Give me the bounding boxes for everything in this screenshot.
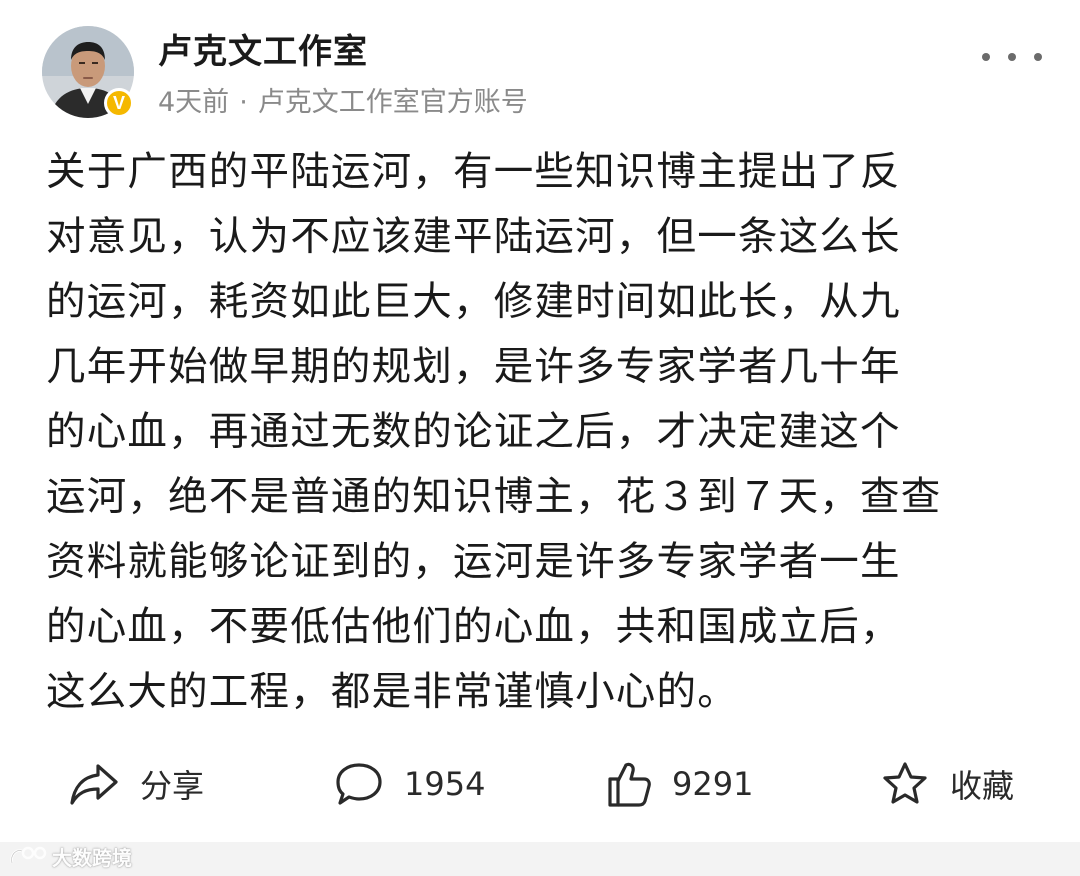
more-dot	[1034, 53, 1042, 61]
post-content-line: 对意见，认为不应该建平陆运河，但一条这么长	[46, 214, 901, 260]
share-arrow-icon	[70, 764, 118, 805]
post-content-line: 资料就能够论证到的，运河是许多专家学者一生	[46, 539, 901, 585]
share-button[interactable]: 分享	[68, 748, 204, 820]
post-meta: 4天前 · 卢克文工作室官方账号	[158, 80, 528, 119]
footer-divider	[0, 842, 1080, 876]
post-content: 关于广西的平陆运河，有一些知识博主提出了反 对意见，认为不应该建平陆运河，但一条…	[46, 140, 1046, 725]
comment-count: 1954	[404, 765, 486, 803]
thumbs-up-icon	[608, 762, 651, 807]
verified-v-icon: V	[104, 88, 134, 118]
like-button[interactable]: 9291	[606, 748, 753, 820]
favorite-label: 收藏	[950, 767, 1015, 805]
post-content-line: 几年开始做早期的规划，是许多专家学者几十年	[46, 344, 901, 390]
share-label: 分享	[140, 767, 205, 805]
action-bar: 分享 1954 9291 收藏	[0, 748, 1080, 820]
post-content-line: 关于广西的平陆运河，有一些知识博主提出了反	[46, 149, 901, 195]
more-dot	[1008, 53, 1016, 61]
like-count: 9291	[672, 765, 754, 803]
watermark: 大数跨境	[8, 841, 132, 871]
post-page: V 卢克文工作室 4天前 · 卢克文工作室官方账号 关于广西的平陆运河，有一些知识博…	[0, 0, 1080, 876]
comment-bubble-icon	[336, 763, 382, 805]
watermark-text: 大数跨境	[52, 845, 132, 870]
post-content-line: 的心血，不要低估他们的心血，共和国成立后，	[46, 604, 901, 650]
post-content-line: 的运河，耗资如此巨大，修建时间如此长，从九	[46, 279, 901, 325]
favorite-button[interactable]: 收藏	[880, 748, 1014, 820]
post-content-line: 的心血，再通过无数的论证之后，才决定建这个	[46, 409, 901, 455]
post-source: 卢克文工作室官方账号	[257, 87, 528, 118]
post-content-line: 这么大的工程，都是非常谨慎小心的。	[46, 669, 738, 715]
comment-button[interactable]: 1954	[334, 748, 485, 820]
star-icon	[883, 762, 927, 804]
more-dot	[982, 53, 990, 61]
watermark-logo-icon	[10, 846, 47, 864]
post-header: V 卢克文工作室 4天前 · 卢克文工作室官方账号	[0, 0, 1080, 130]
post-content-line: 运河，绝不是普通的知识博主，花３到７天，查查	[46, 474, 942, 520]
meta-separator: ·	[239, 87, 248, 118]
more-dots-icon[interactable]	[982, 42, 1042, 72]
post-time: 4天前	[158, 87, 230, 118]
author-name[interactable]: 卢克文工作室	[158, 24, 368, 73]
